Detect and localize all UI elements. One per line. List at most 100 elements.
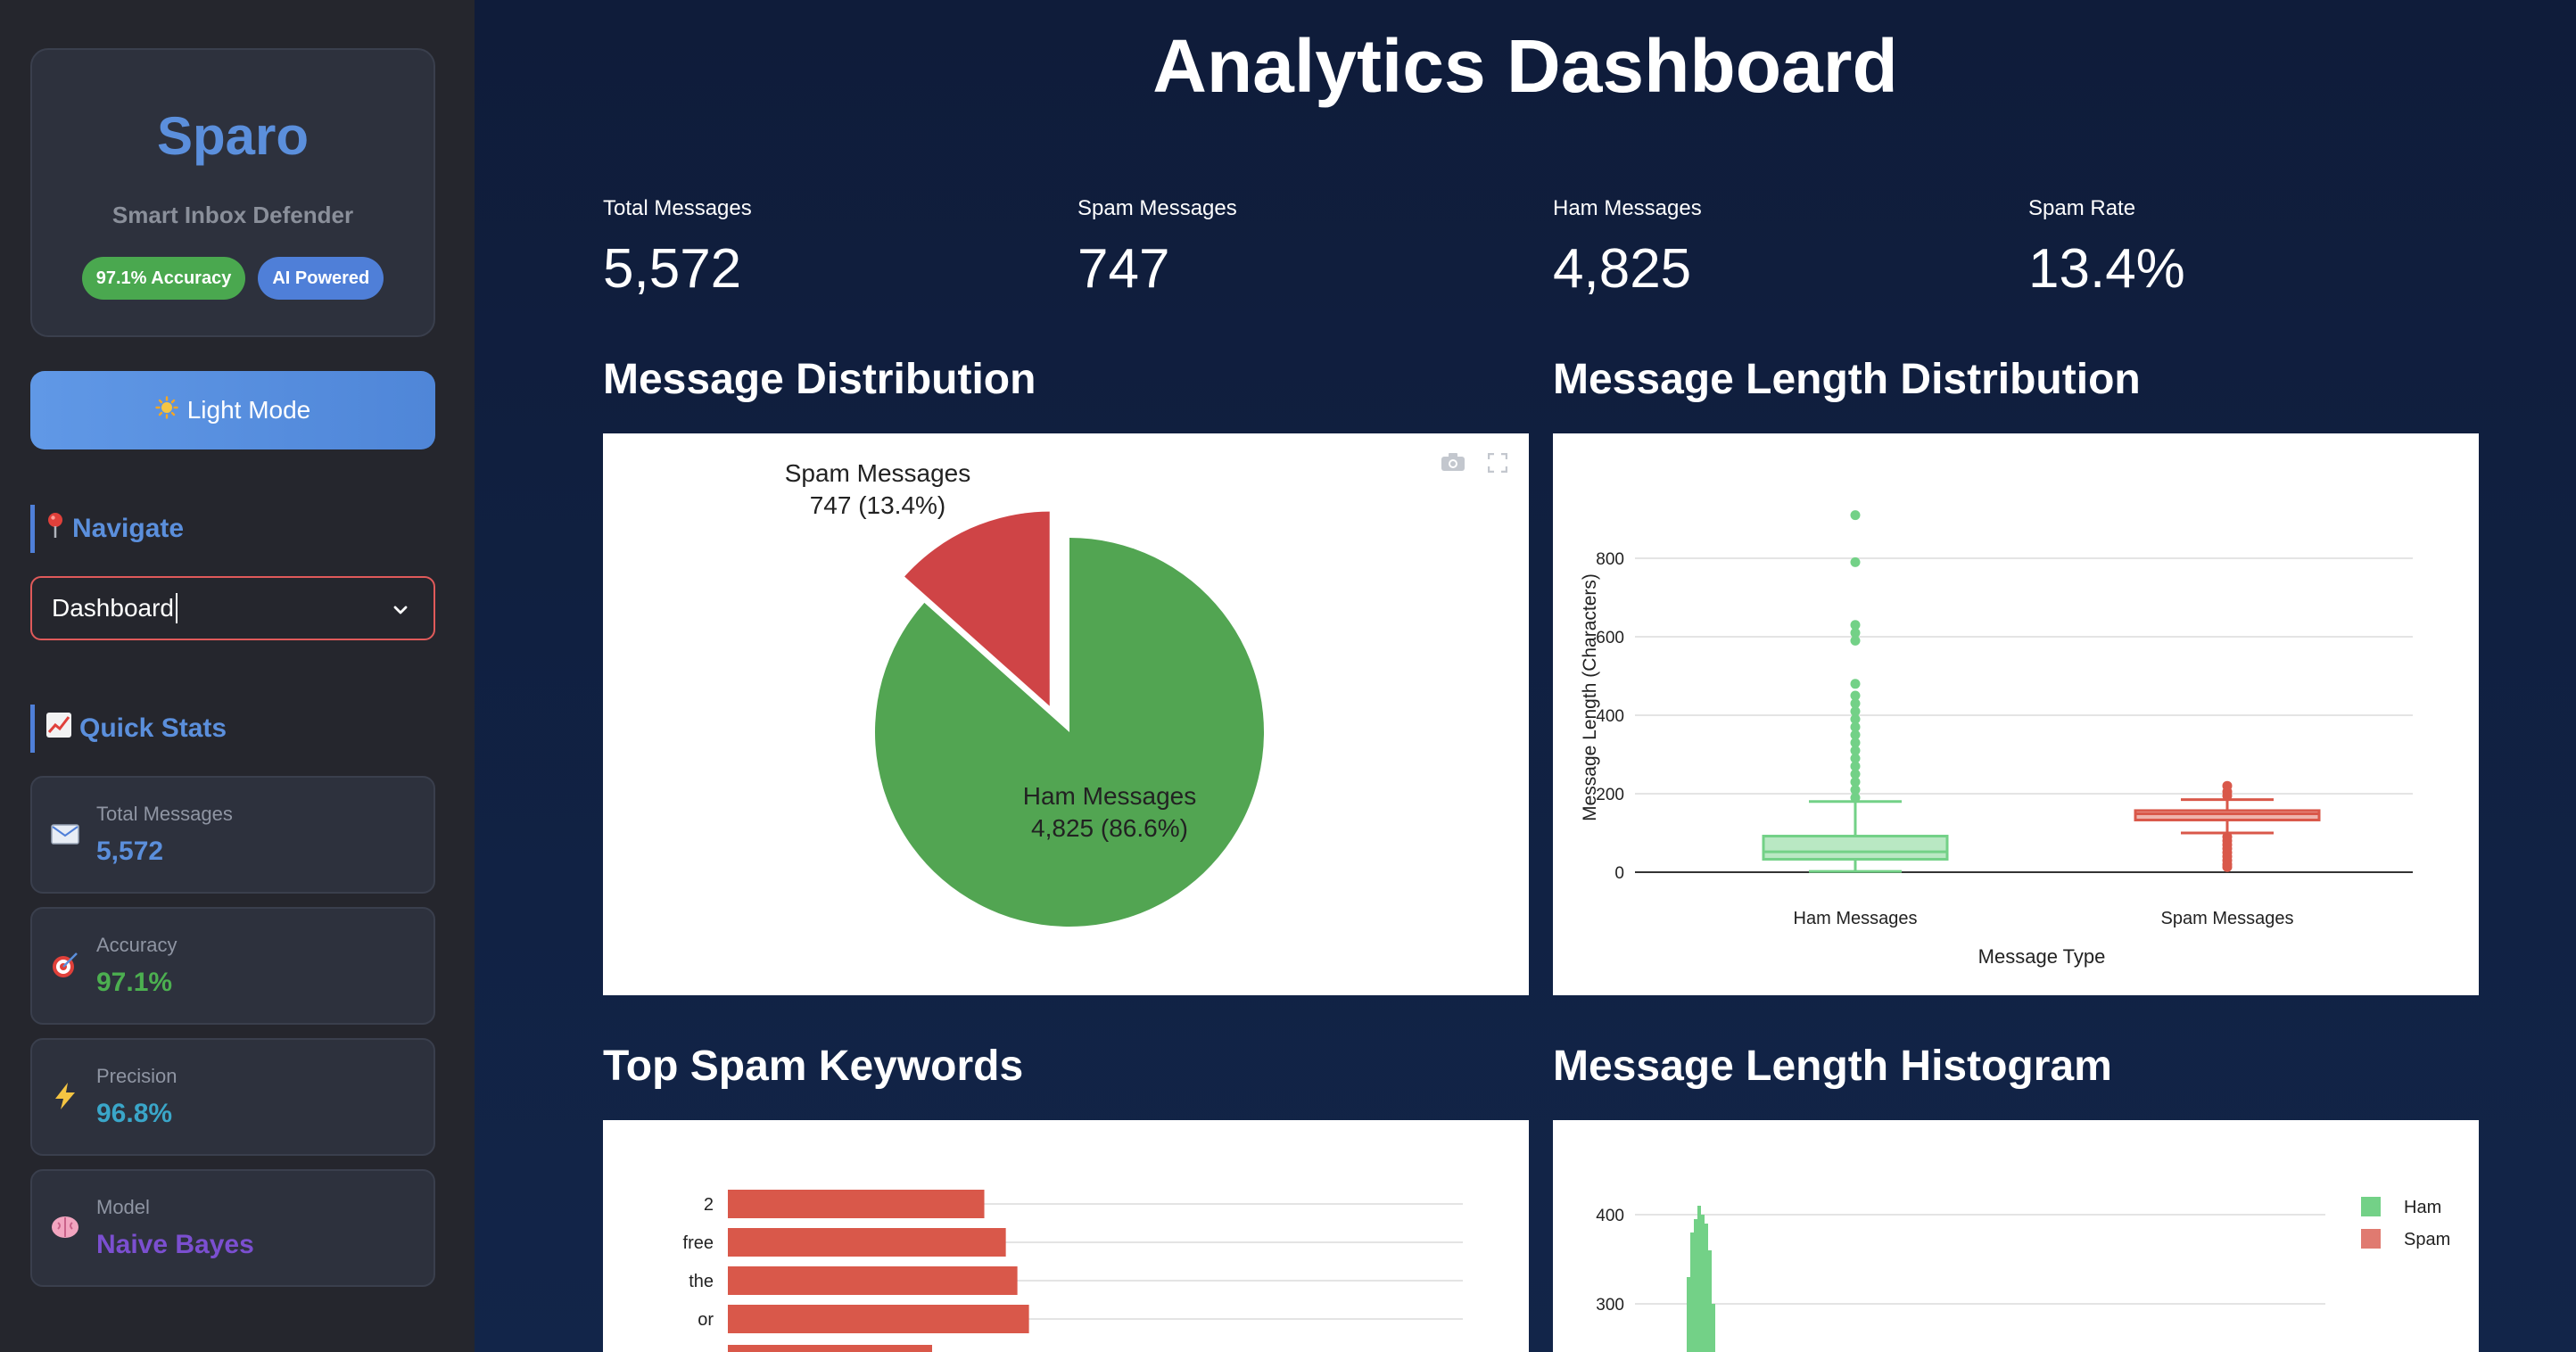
histogram-panel: 300 400 Ham Spam — [1553, 1120, 2479, 1352]
chart-increasing-icon — [45, 712, 72, 746]
hist-bar-ham — [1690, 1232, 1694, 1352]
box-plot-panel: 0 200 400 600 800 Message Length (Characters… — [1553, 433, 2479, 995]
brand-title: Sparo — [156, 106, 310, 166]
box-iqr — [1762, 835, 1949, 861]
pie-label-spam: Spam Messages — [785, 459, 971, 487]
legend-label-spam: Spam — [2404, 1230, 2450, 1249]
metric-value: 4,825 — [1553, 238, 1692, 300]
stat-label: Accuracy — [96, 934, 178, 956]
keyword-label: 2 — [704, 1195, 714, 1215]
light-mode-button[interactable]: Light Mode — [30, 371, 435, 449]
badge-row: 97.1% Accuracy AI Powered — [32, 257, 433, 300]
fullscreen-icon[interactable] — [1487, 452, 1508, 477]
navigate-select[interactable]: Dashboard — [30, 576, 435, 640]
sun-icon — [155, 395, 178, 425]
stat-card-precision: Precision 96.8% — [30, 1038, 435, 1156]
keyword-bar-partial — [728, 1345, 932, 1352]
hist-bar-ham — [1705, 1224, 1708, 1352]
message-distribution-title: Message Distribution — [603, 356, 1036, 403]
stat-value: 5,572 — [96, 837, 164, 866]
metric-label: Ham Messages — [1553, 196, 1702, 220]
legend-swatch-spam — [2361, 1229, 2381, 1249]
stat-card-total-messages: Total Messages 5,572 — [30, 776, 435, 894]
hist-bar-ham — [1697, 1206, 1701, 1352]
keyword-bar-chart: 2 free the or — [683, 1190, 1463, 1352]
box-outlier-point — [1850, 679, 1861, 689]
box-outlier-point — [2222, 780, 2233, 791]
navigate-header: Navigate — [30, 505, 184, 553]
hist-bar-ham — [1701, 1215, 1705, 1352]
box-outlier-point — [1850, 620, 1861, 631]
metric-spam-messages: Spam Messages 747 — [1077, 196, 1237, 301]
metric-ham-messages: Ham Messages 4,825 — [1553, 196, 1702, 301]
hist-y-tick-label: 400 — [1596, 1207, 1624, 1225]
histogram-chart: 300 400 Ham Spam — [1596, 1197, 2450, 1352]
brand-card: Sparo Smart Inbox Defender 97.1% Accurac… — [30, 48, 435, 337]
accuracy-badge: 97.1% Accuracy — [81, 257, 246, 300]
brand-subtitle: Smart Inbox Defender — [111, 202, 354, 228]
chevron-down-icon — [391, 598, 410, 626]
metric-label: Total Messages — [603, 196, 752, 220]
keyword-bar — [728, 1305, 1029, 1333]
hist-bar-ham — [1712, 1304, 1715, 1352]
metric-total-messages: Total Messages 5,572 — [603, 196, 752, 301]
metric-value: 13.4% — [2028, 238, 2185, 300]
keyword-label: or — [698, 1310, 714, 1330]
keyword-bar — [728, 1228, 1006, 1257]
stat-label: Model — [96, 1196, 150, 1218]
stat-value: Naive Bayes — [96, 1230, 254, 1259]
top-spam-keywords-title: Top Spam Keywords — [603, 1043, 1024, 1090]
brain-icon — [50, 1212, 80, 1242]
legend-swatch-ham — [2361, 1197, 2381, 1216]
message-length-histogram-title: Message Length Histogram — [1553, 1043, 2112, 1090]
hist-bar-ham — [1694, 1219, 1697, 1352]
box-outlier-point — [1850, 556, 1861, 567]
legend-label-ham: Ham — [2404, 1198, 2441, 1217]
pin-icon — [45, 512, 65, 546]
keyword-label: the — [689, 1272, 714, 1291]
stat-value: 96.8% — [96, 1099, 173, 1128]
pie-chart: Spam Messages 747 (13.4%) Ham Messages 4… — [785, 459, 1264, 927]
hist-y-tick-label: 300 — [1596, 1296, 1624, 1315]
pie-label-ham: Ham Messages — [1023, 782, 1197, 810]
keyword-bar-panel: 2 free the or — [603, 1120, 1529, 1352]
sidebar: Sparo Smart Inbox Defender 97.1% Accurac… — [0, 0, 475, 1352]
hist-bar-ham — [1687, 1277, 1690, 1352]
box-category-ham: Ham Messages — [1794, 909, 1918, 928]
ai-powered-badge: AI Powered — [258, 257, 384, 300]
metric-label: Spam Rate — [2028, 196, 2136, 220]
navigate-selected-value: Dashboard — [52, 594, 174, 622]
pie-chart-panel: Spam Messages 747 (13.4%) Ham Messages 4… — [603, 433, 1529, 995]
hist-bar-ham — [1708, 1250, 1712, 1352]
navigate-label: Navigate — [72, 514, 185, 543]
stat-value: 97.1% — [96, 968, 173, 997]
target-icon — [50, 950, 80, 980]
box-outlier-point — [2222, 831, 2233, 842]
stat-label: Total Messages — [96, 803, 233, 825]
box-outlier-point — [1850, 690, 1861, 701]
quick-stats-label: Quick Stats — [79, 713, 227, 743]
metric-label: Spam Messages — [1077, 196, 1237, 220]
metric-value: 747 — [1077, 238, 1170, 300]
box-y-tick-label: 600 — [1596, 629, 1624, 647]
message-length-distribution-title: Message Length Distribution — [1553, 356, 2141, 403]
box-y-tick-label: 400 — [1596, 707, 1624, 726]
camera-icon[interactable] — [1440, 451, 1466, 477]
stat-card-accuracy: Accuracy 97.1% — [30, 907, 435, 1025]
stat-label: Precision — [96, 1065, 178, 1087]
quick-stats-header: Quick Stats — [30, 705, 227, 753]
text-cursor — [175, 593, 178, 623]
light-mode-label: Light Mode — [186, 396, 311, 424]
pie-value-ham: 4,825 (86.6%) — [1031, 814, 1188, 842]
box-outlier-point — [1850, 510, 1861, 521]
box-plot-chart: 0 200 400 600 800 Message Length (Characters… — [1580, 510, 2413, 968]
box-y-tick-label: 200 — [1596, 786, 1624, 804]
lightning-icon — [50, 1081, 80, 1111]
metric-value: 5,572 — [603, 238, 742, 300]
box-y-tick-label: 0 — [1614, 864, 1624, 883]
metric-spam-rate: Spam Rate 13.4% — [2028, 196, 2185, 301]
stat-card-model: Model Naive Bayes — [30, 1169, 435, 1287]
page-title: Analytics Dashboard — [1152, 24, 1898, 108]
keyword-bar — [728, 1266, 1018, 1295]
box-category-spam: Spam Messages — [2161, 909, 2294, 928]
